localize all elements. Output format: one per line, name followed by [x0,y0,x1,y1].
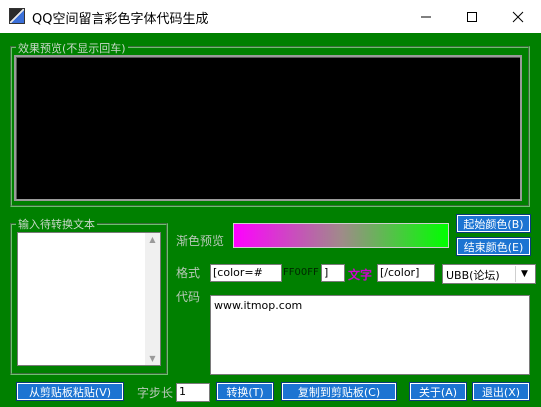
gradient-preview-label: 渐色预览 [176,234,225,248]
chevron-down-icon[interactable]: ▼ [515,266,533,282]
code-output-textarea[interactable]: www.itmop.com [210,295,530,375]
about-button[interactable]: 关于(A) [409,382,467,401]
scroll-down-icon[interactable]: ▼ [145,354,160,363]
convert-button[interactable]: 转换(T) [216,382,274,401]
paste-from-clipboard-button[interactable]: 从剪贴板粘贴(V) [16,382,124,401]
code-label: 代码 [176,290,201,304]
input-textarea[interactable] [17,232,161,366]
close-button[interactable] [495,0,541,33]
color-open-tag-field[interactable]: [color=# [210,264,282,282]
minimize-icon [421,16,431,17]
gradient-preview-bar [233,223,449,248]
scroll-up-icon[interactable]: ▲ [145,235,160,244]
format-label: 格式 [176,266,201,280]
copy-to-clipboard-button[interactable]: 复制到剪贴板(C) [281,382,397,401]
input-group-label: 输入待转换文本 [16,216,97,232]
start-color-button[interactable]: 起始颜色(B) [456,214,531,233]
window-title: QQ空间留言彩色字体代码生成 [32,12,209,27]
sample-text: 文字 [348,268,373,282]
step-length-input[interactable]: 1 [176,383,210,402]
color-close-tag-field[interactable]: [/color] [377,264,435,282]
color-value-label: FF00FF [283,267,319,278]
maximize-icon [467,11,477,22]
app-icon [9,8,25,24]
preview-group-label: 效果预览(不显示回车) [16,40,128,56]
bracket-field[interactable]: ] [321,264,345,282]
close-icon [512,11,524,22]
minimize-button[interactable] [403,0,449,33]
format-mode-value: UBB(论坛) [446,269,500,282]
end-color-button[interactable]: 结束颜色(E) [456,237,531,256]
input-scrollbar[interactable]: ▲ ▼ [145,233,160,365]
preview-display [14,55,522,201]
exit-button[interactable]: 退出(X) [472,382,530,401]
maximize-button[interactable] [449,0,495,33]
step-length-label: 字步长 [137,386,174,400]
